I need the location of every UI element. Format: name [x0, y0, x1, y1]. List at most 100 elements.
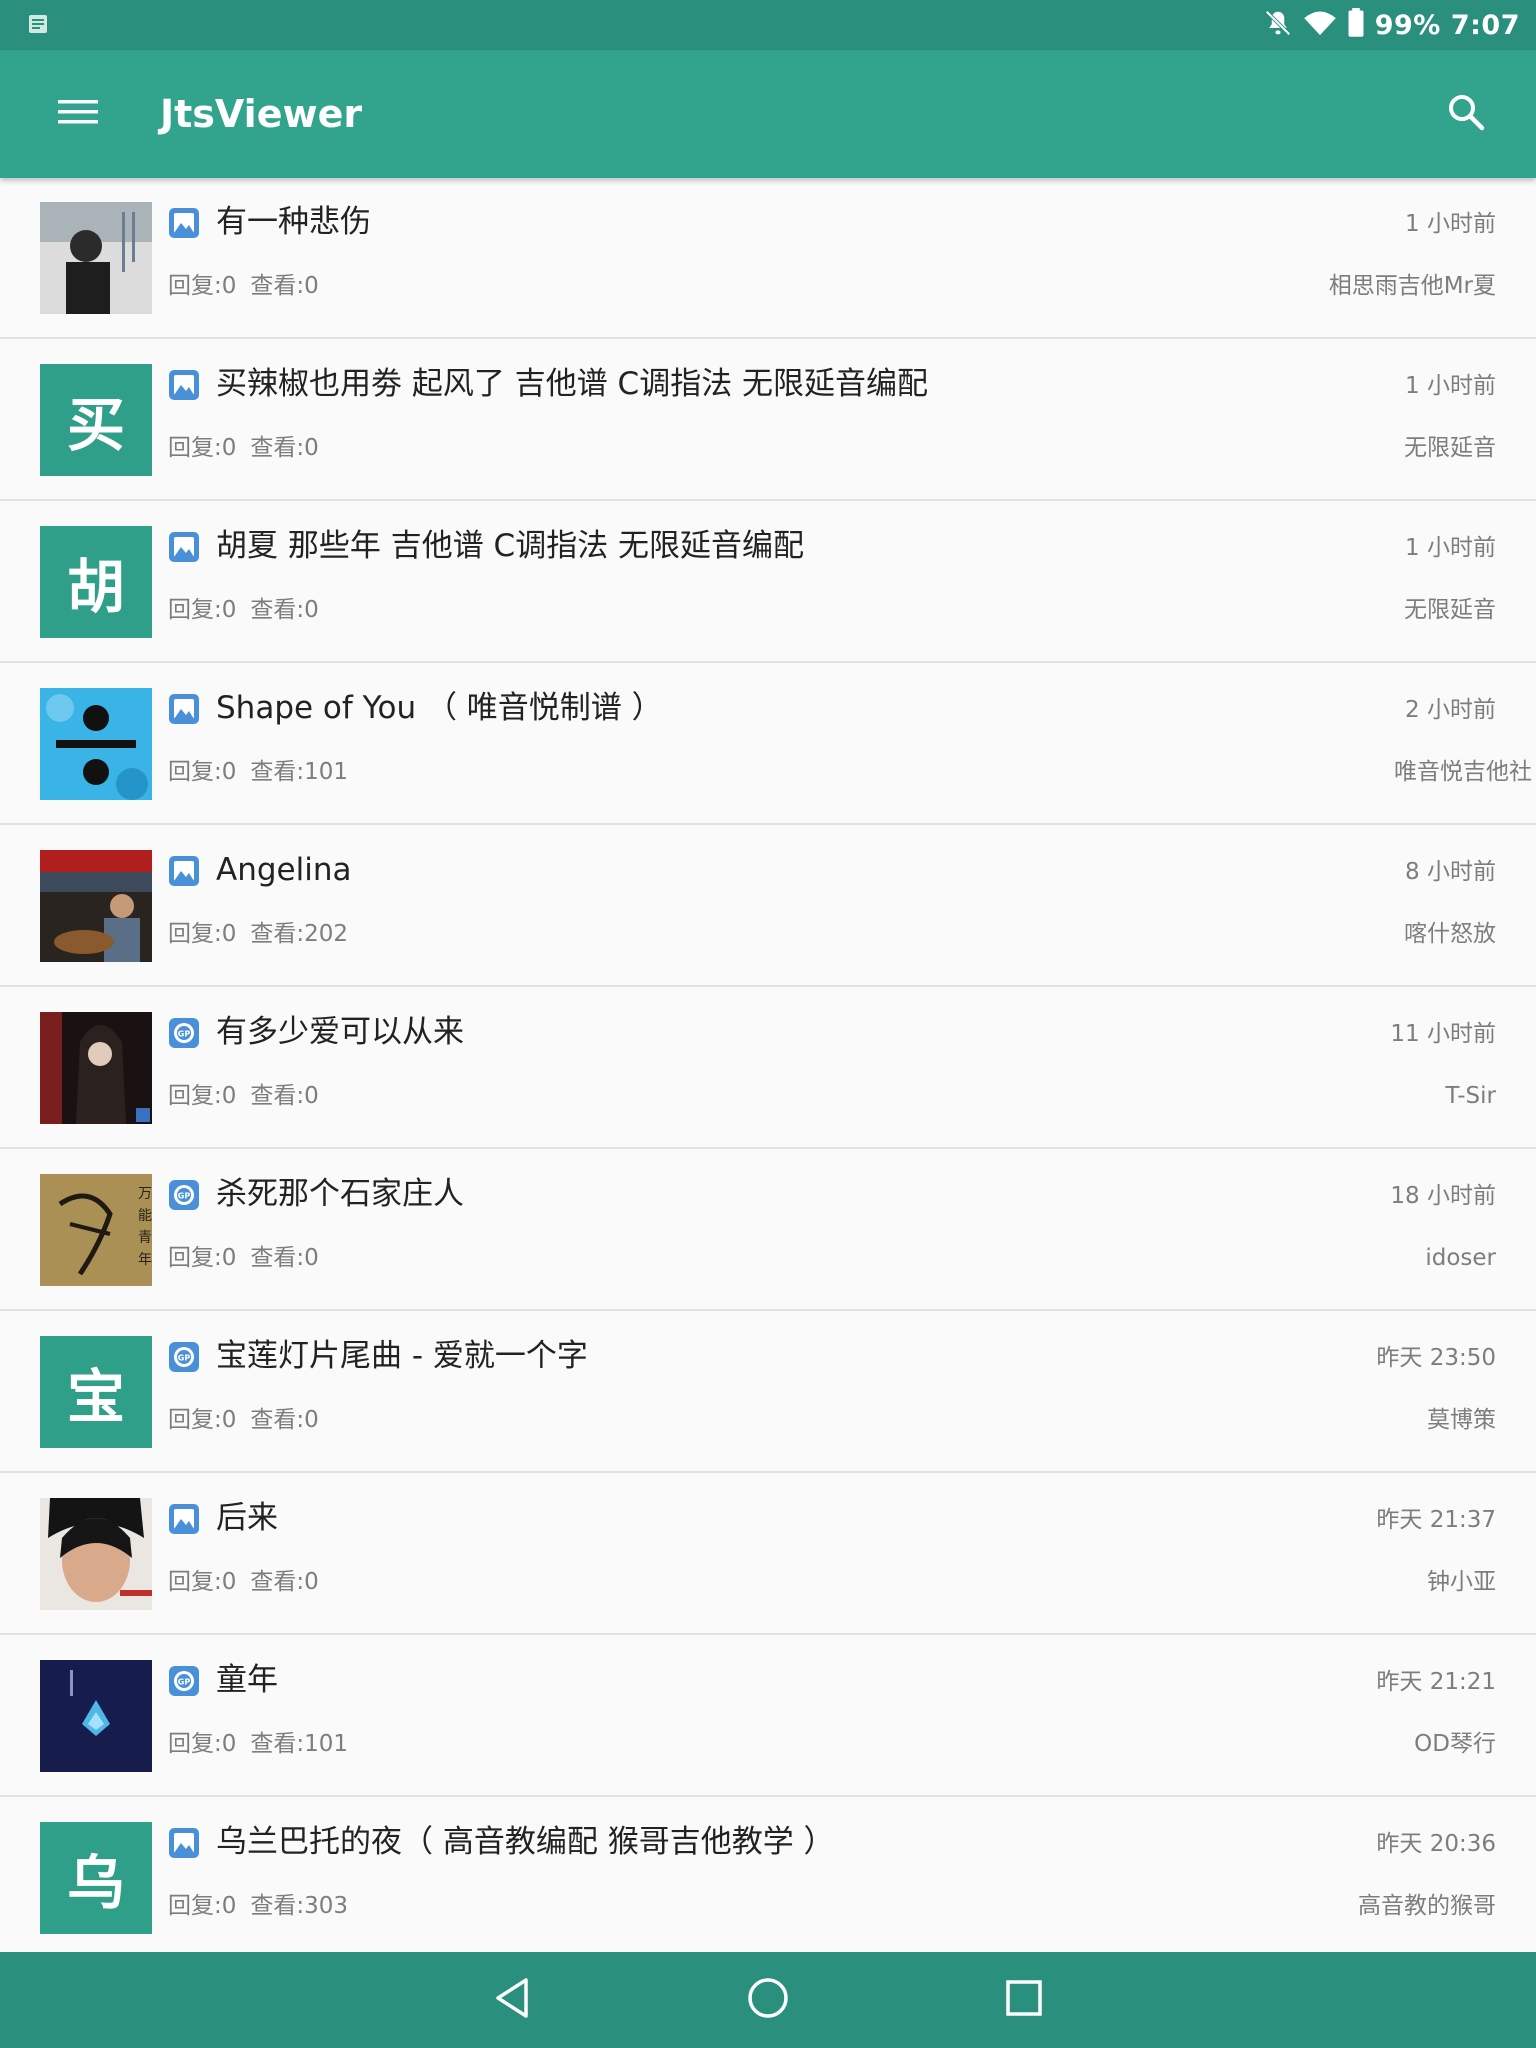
reply-count: 回复:0 — [168, 921, 237, 947]
post-row[interactable]: 万 能 青 年 GP 杀死那个石家庄人 回复:0 查看:0 18 小时前 idos… — [0, 1150, 1536, 1311]
app-title: JtsViewer — [160, 92, 363, 136]
post-title: 童年 — [216, 1662, 278, 1698]
post-list: 有一种悲伤 回复:0 查看:0 1 小时前 相思雨吉他Mr夏 买 买辣椒也用劵 起… — [0, 178, 1536, 1952]
reply-count: 回复:0 — [168, 597, 237, 623]
post-row[interactable]: GP 有多少爱可以从来 回复:0 查看:0 11 小时前 T-Sir — [0, 988, 1536, 1149]
post-author: T-Sir — [1445, 1083, 1496, 1109]
post-author: 唯音悦吉他社 — [1394, 759, 1532, 785]
recents-button[interactable] — [996, 1972, 1052, 2028]
post-row[interactable]: 宝 GP 宝莲灯片尾曲 - 爱就一个字 回复:0 查看:0 昨天 23:50 莫博… — [0, 1312, 1536, 1473]
letter-avatar: 胡 — [40, 526, 152, 638]
post-row[interactable]: Angelina 回复:0 查看:202 8 小时前 喀什怒放 — [0, 826, 1536, 987]
recents-square-icon — [1004, 1978, 1044, 2022]
post-row[interactable]: 胡 胡夏 那些年 吉他谱 C调指法 无限延音编配 回复:0 查看:0 1 小时前 … — [0, 502, 1536, 663]
post-row[interactable]: 买 买辣椒也用劵 起风了 吉他谱 C调指法 无限延音编配 回复:0 查看:0 1 … — [0, 340, 1536, 501]
post-title: Angelina — [216, 852, 352, 888]
post-title: Shape of You （ 唯音悦制谱 ） — [216, 690, 663, 726]
image-post-icon — [168, 693, 200, 725]
view-count: 查看:303 — [250, 1893, 349, 1919]
reply-count: 回复:0 — [168, 1083, 237, 1109]
post-time: 11 小时前 — [1390, 1021, 1496, 1047]
reply-count: 回复:0 — [168, 435, 237, 461]
post-author: 高音教的猴哥 — [1358, 1893, 1496, 1919]
post-time: 昨天 20:36 — [1376, 1831, 1496, 1857]
post-thumbnail: 万 能 青 年 — [40, 1174, 152, 1286]
view-count: 查看:0 — [250, 1569, 319, 1595]
post-title: 有一种悲伤 — [216, 204, 371, 240]
post-author: idoser — [1425, 1245, 1496, 1271]
back-triangle-icon — [492, 1976, 532, 2024]
guitar-pro-icon: GP — [168, 1017, 200, 1049]
view-count: 查看:101 — [250, 1731, 349, 1757]
post-title: 有多少爱可以从来 — [216, 1014, 464, 1050]
home-button[interactable] — [740, 1972, 796, 2028]
post-author: 无限延音 — [1404, 435, 1496, 461]
post-time: 1 小时前 — [1405, 211, 1496, 237]
search-icon — [1446, 92, 1486, 136]
image-post-icon — [168, 1503, 200, 1535]
post-row[interactable]: 有一种悲伤 回复:0 查看:0 1 小时前 相思雨吉他Mr夏 — [0, 178, 1536, 339]
post-thumbnail — [40, 202, 152, 314]
post-title: 杀死那个石家庄人 — [216, 1176, 464, 1212]
post-row[interactable]: 后来 回复:0 查看:0 昨天 21:37 钟小亚 — [0, 1474, 1536, 1635]
view-count: 查看:0 — [250, 273, 319, 299]
post-row[interactable]: Shape of You （ 唯音悦制谱 ） 回复:0 查看:101 2 小时前 … — [0, 664, 1536, 825]
post-author: 钟小亚 — [1427, 1569, 1496, 1595]
clock: 7:07 — [1450, 9, 1520, 41]
post-title: 后来 — [216, 1500, 278, 1536]
image-post-icon — [168, 369, 200, 401]
navigation-bar — [0, 1952, 1536, 2048]
post-time: 昨天 21:37 — [1376, 1507, 1496, 1533]
svg-text:GP: GP — [178, 1030, 191, 1039]
letter-avatar: 宝 — [40, 1336, 152, 1448]
post-time: 18 小时前 — [1390, 1183, 1496, 1209]
post-time: 1 小时前 — [1405, 535, 1496, 561]
reply-count: 回复:0 — [168, 1731, 237, 1757]
post-row[interactable]: 乌 乌兰巴托的夜（ 高音教编配 猴哥吉他教学 ） 回复:0 查看:303 昨天 2… — [0, 1798, 1536, 1952]
reply-count: 回复:0 — [168, 1245, 237, 1271]
post-title: 胡夏 那些年 吉他谱 C调指法 无限延音编配 — [216, 528, 805, 564]
status-bar: 99% 7:07 — [0, 0, 1536, 50]
post-author: 喀什怒放 — [1404, 921, 1496, 947]
app-bar: JtsViewer — [0, 50, 1536, 178]
guitar-pro-icon: GP — [168, 1665, 200, 1697]
post-time: 昨天 21:21 — [1376, 1669, 1496, 1695]
post-thumbnail — [40, 1660, 152, 1772]
post-thumbnail — [40, 850, 152, 962]
post-title: 乌兰巴托的夜（ 高音教编配 猴哥吉他教学 ） — [216, 1824, 835, 1860]
wifi-icon — [1303, 8, 1337, 42]
image-post-icon — [168, 207, 200, 239]
notifications-off-icon — [1263, 8, 1293, 42]
view-count: 查看:0 — [250, 1407, 319, 1433]
notification-app-icon — [26, 12, 50, 36]
menu-button[interactable] — [46, 82, 110, 146]
search-button[interactable] — [1434, 82, 1498, 146]
image-post-icon — [168, 1827, 200, 1859]
view-count: 查看:0 — [250, 435, 319, 461]
post-title: 宝莲灯片尾曲 - 爱就一个字 — [216, 1338, 588, 1374]
reply-count: 回复:0 — [168, 1893, 237, 1919]
letter-avatar: 买 — [40, 364, 152, 476]
guitar-pro-icon: GP — [168, 1341, 200, 1373]
view-count: 查看:0 — [250, 1245, 319, 1271]
post-row[interactable]: GP 童年 回复:0 查看:101 昨天 21:21 OD琴行 — [0, 1636, 1536, 1797]
home-circle-icon — [746, 1976, 790, 2024]
post-author: 莫博策 — [1427, 1407, 1496, 1433]
svg-text:能: 能 — [138, 1208, 152, 1224]
battery-icon — [1347, 8, 1365, 42]
view-count: 查看:0 — [250, 597, 319, 623]
battery-percent: 99% — [1374, 9, 1441, 41]
reply-count: 回复:0 — [168, 273, 237, 299]
view-count: 查看:202 — [250, 921, 349, 947]
post-thumbnail — [40, 1498, 152, 1610]
svg-text:年: 年 — [138, 1252, 152, 1268]
reply-count: 回复:0 — [168, 1569, 237, 1595]
back-button[interactable] — [484, 1972, 540, 2028]
post-time: 昨天 23:50 — [1376, 1345, 1496, 1371]
letter-avatar: 乌 — [40, 1822, 152, 1934]
post-author: 无限延音 — [1404, 597, 1496, 623]
svg-text:GP: GP — [178, 1354, 191, 1363]
post-title: 买辣椒也用劵 起风了 吉他谱 C调指法 无限延音编配 — [216, 366, 929, 402]
svg-text:万: 万 — [138, 1186, 152, 1202]
post-author: 相思雨吉他Mr夏 — [1328, 273, 1496, 299]
